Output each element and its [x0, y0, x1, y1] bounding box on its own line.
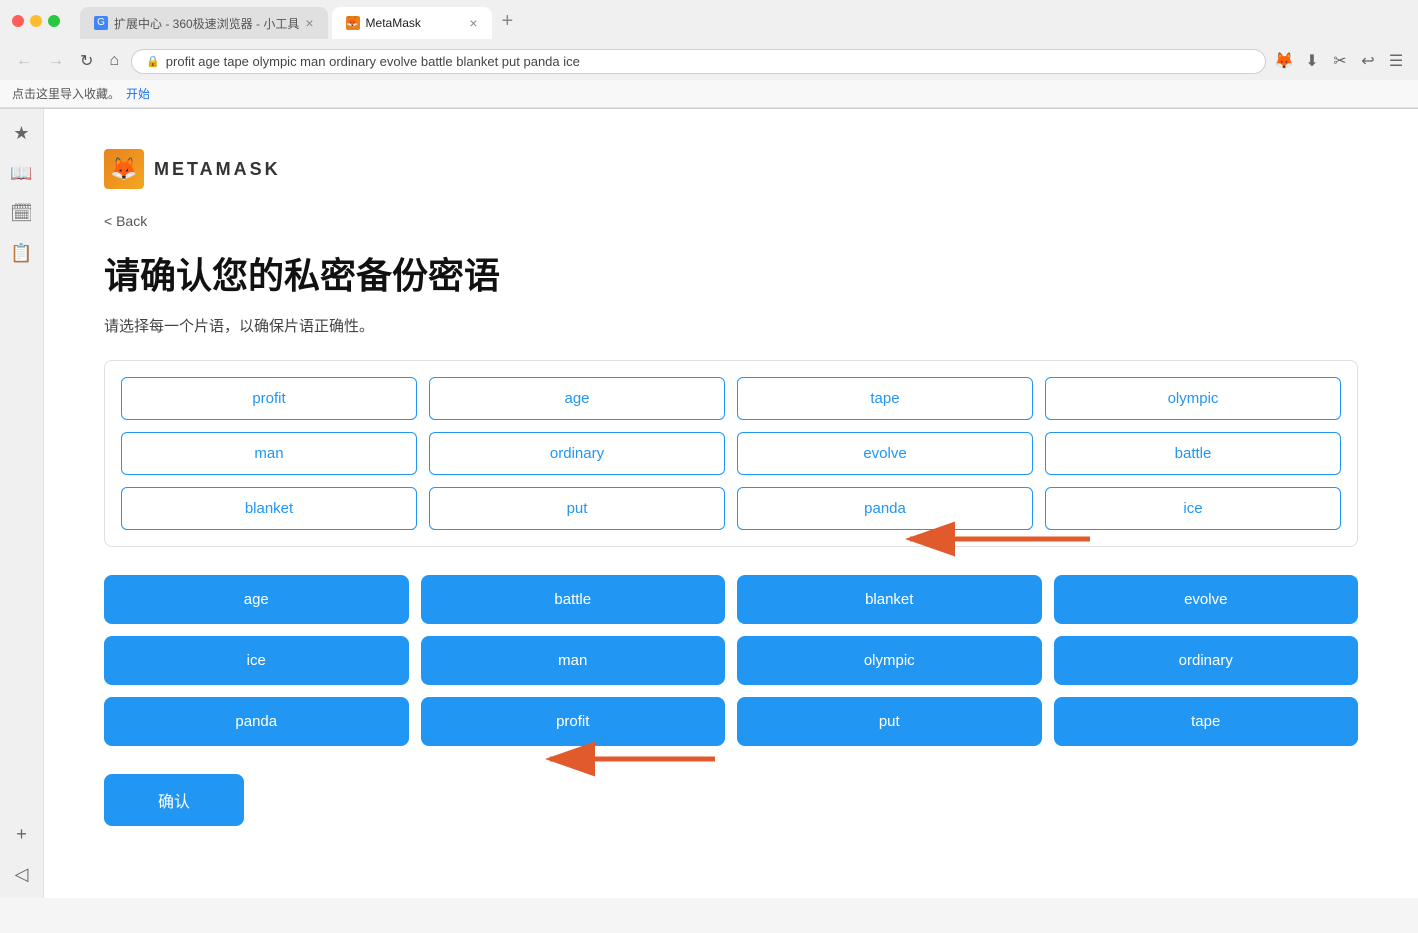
tab1-close-icon[interactable]: ×	[305, 15, 313, 31]
sidebar-star-icon[interactable]: ★	[10, 121, 34, 145]
word-select-btn-profit[interactable]: profit	[421, 697, 726, 746]
bookmarks-start-link[interactable]: 开始	[126, 85, 150, 102]
sidebar-collapse-icon[interactable]: ◁	[10, 862, 34, 886]
word-select-grid: agebattleblanketevolve icemanolympicordin…	[104, 575, 1358, 746]
word-chip-tape[interactable]: tape	[737, 377, 1033, 420]
word-chip-profit[interactable]: profit	[121, 377, 417, 420]
browser-right-icons: 🦊 ⬇ ✂ ↩ ☰	[1274, 51, 1406, 71]
back-link[interactable]: < Back	[104, 213, 147, 229]
metamask-logo-row: 🦊 METAMASK	[104, 149, 1358, 189]
word-chip-man[interactable]: man	[121, 432, 417, 475]
minimize-window-button[interactable]	[30, 15, 42, 27]
word-chip-put[interactable]: put	[429, 487, 725, 530]
address-text: profit age tape olympic man ordinary evo…	[166, 54, 580, 69]
sidebar-calendar-icon[interactable]: 🗓	[10, 201, 34, 225]
metamask-fox-logo: 🦊	[104, 149, 144, 189]
lock-icon: 🔒	[146, 55, 160, 68]
word-chip-blanket[interactable]: blanket	[121, 487, 417, 530]
browser-chrome: G 扩展中心 - 360极速浏览器 - 小工具 × 🦊 MetaMask × +…	[0, 0, 1418, 109]
home-button[interactable]: ⌂	[105, 48, 123, 74]
refresh-button[interactable]: ↻	[76, 47, 97, 75]
back-nav-button[interactable]: ←	[12, 48, 36, 74]
address-bar-row: ← → ↻ ⌂ 🔒 profit age tape olympic man or…	[0, 42, 1418, 80]
new-tab-button[interactable]: +	[496, 10, 520, 33]
download-icon[interactable]: ⬇	[1302, 51, 1322, 71]
bookmarks-bar: 点击这里导入收藏。 开始	[0, 80, 1418, 108]
word-select-btn-put[interactable]: put	[737, 697, 1042, 746]
word-select-btn-panda[interactable]: panda	[104, 697, 409, 746]
word-chip-ice[interactable]: ice	[1045, 487, 1341, 530]
address-bar[interactable]: 🔒 profit age tape olympic man ordinary e…	[131, 49, 1266, 74]
title-bar: G 扩展中心 - 360极速浏览器 - 小工具 × 🦊 MetaMask × +	[0, 0, 1418, 42]
sidebar: ★ 📖 🗓 📋 + ◁	[0, 109, 44, 898]
word-select-btn-man[interactable]: man	[421, 636, 726, 685]
page-subtitle: 请选择每一个片语，以确保片语正确性。	[104, 315, 1358, 336]
tab1-favicon: G	[94, 16, 108, 30]
tab2-favicon: 🦊	[346, 16, 360, 30]
word-chip-ordinary[interactable]: ordinary	[429, 432, 725, 475]
word-select-btn-ordinary[interactable]: ordinary	[1054, 636, 1359, 685]
word-select-btn-olympic[interactable]: olympic	[737, 636, 1042, 685]
tab1-label: 扩展中心 - 360极速浏览器 - 小工具	[114, 15, 299, 32]
cut-icon[interactable]: ✂	[1330, 51, 1350, 71]
metamask-title: METAMASK	[154, 159, 281, 180]
word-select-btn-blanket[interactable]: blanket	[737, 575, 1042, 624]
bookmarks-text: 点击这里导入收藏。	[12, 85, 120, 102]
word-select-btn-age[interactable]: age	[104, 575, 409, 624]
word-chip-age[interactable]: age	[429, 377, 725, 420]
word-select-btn-evolve[interactable]: evolve	[1054, 575, 1359, 624]
tab2-close-icon[interactable]: ×	[469, 15, 477, 31]
word-chip-evolve[interactable]: evolve	[737, 432, 1033, 475]
page-title: 请确认您的私密备份密语	[104, 247, 1358, 299]
metamask-extension-icon[interactable]: 🦊	[1274, 51, 1294, 71]
sidebar-add-icon[interactable]: +	[10, 822, 34, 846]
sidebar-note-icon[interactable]: 📋	[10, 241, 34, 265]
word-display-grid: profit agetape olympic man ordinary evolve bat…	[104, 360, 1358, 547]
tab-extensions[interactable]: G 扩展中心 - 360极速浏览器 - 小工具 ×	[80, 7, 328, 39]
forward-nav-button[interactable]: →	[44, 48, 68, 74]
word-chip-panda[interactable]: panda	[737, 487, 1033, 530]
word-chip-battle[interactable]: battle	[1045, 432, 1341, 475]
word-chip-olympic[interactable]: olympic	[1045, 377, 1341, 420]
word-select-btn-tape[interactable]: tape	[1054, 697, 1359, 746]
maximize-window-button[interactable]	[48, 15, 60, 27]
word-select-btn-battle[interactable]: battle	[421, 575, 726, 624]
sidebar-book-icon[interactable]: 📖	[10, 161, 34, 185]
browser-layout: ★ 📖 🗓 📋 + ◁ 🦊 METAMASK < Back 请确认您的私密备份密…	[0, 109, 1418, 898]
tabs-bar: G 扩展中心 - 360极速浏览器 - 小工具 × 🦊 MetaMask × +	[68, 3, 1406, 39]
tab2-label: MetaMask	[366, 16, 421, 30]
refresh-icon[interactable]: ↩	[1358, 51, 1378, 71]
close-window-button[interactable]	[12, 15, 24, 27]
page-content: 🦊 METAMASK < Back 请确认您的私密备份密语 请选择每一个片语，以…	[44, 109, 1418, 898]
word-select-btn-ice[interactable]: ice	[104, 636, 409, 685]
tab-metamask[interactable]: 🦊 MetaMask ×	[332, 7, 492, 39]
menu-icon[interactable]: ☰	[1386, 51, 1406, 71]
confirm-button[interactable]: 确认	[104, 774, 244, 826]
window-controls	[12, 15, 60, 27]
